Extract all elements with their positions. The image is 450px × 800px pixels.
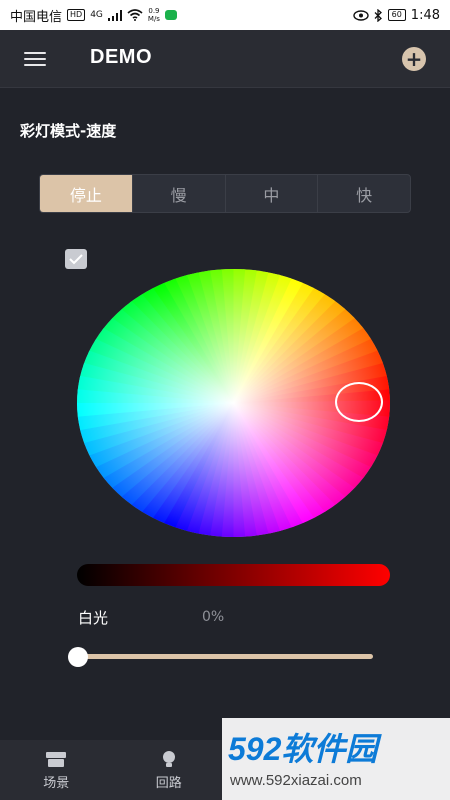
- status-bar: 中国电信 HD 4G 0.9 M/s 60 1:48: [0, 0, 450, 30]
- nav-label-scene: 场景: [43, 775, 70, 791]
- wifi-icon: [127, 9, 143, 21]
- battery-icon: 60: [387, 9, 406, 21]
- speed-option-fast[interactable]: 快: [318, 175, 410, 212]
- net-speed-unit: M/s: [147, 15, 160, 23]
- color-picker-handle[interactable]: [335, 382, 383, 422]
- check-icon: [69, 254, 83, 265]
- bulb-icon: [162, 750, 175, 767]
- nav-item-circuit[interactable]: 回路: [113, 740, 226, 800]
- app-notification-icon: [164, 10, 177, 20]
- watermark: 592软件园 www.592xiazai.com: [222, 718, 450, 800]
- nav-label-circuit: 回路: [155, 775, 182, 791]
- plus-icon: +: [405, 47, 423, 71]
- white-light-slider-thumb[interactable]: [68, 647, 88, 667]
- add-button[interactable]: +: [402, 47, 426, 71]
- white-light-label: 白光: [78, 609, 109, 627]
- watermark-logo: 592软件园: [228, 731, 378, 767]
- signal-icon: [107, 9, 122, 21]
- carrier-label: 中国电信: [10, 9, 63, 25]
- speed-option-stop[interactable]: 停止: [40, 175, 133, 212]
- watermark-url: www.592xiazai.com: [230, 772, 362, 789]
- white-light-slider-track[interactable]: [78, 654, 373, 659]
- brightness-slider[interactable]: [77, 564, 390, 586]
- app-header: DEMO: [0, 30, 450, 88]
- clock: 1:48: [410, 7, 440, 23]
- color-enable-checkbox[interactable]: [65, 249, 87, 269]
- eye-icon: [352, 9, 369, 21]
- bluetooth-icon: [374, 8, 382, 22]
- hamburger-icon[interactable]: [24, 52, 46, 66]
- page-title: DEMO: [90, 46, 152, 68]
- speed-option-medium[interactable]: 中: [226, 175, 319, 212]
- scene-icon: [46, 751, 67, 767]
- mode-label: 彩灯模式-速度: [20, 122, 117, 140]
- network-label: 4G: [90, 10, 103, 20]
- net-speed: 0.9 M/s: [148, 7, 160, 23]
- app-root: 中国电信 HD 4G 0.9 M/s 60 1:48 DEMO + 彩灯模式-速…: [0, 0, 450, 800]
- status-right: 60 1:48: [352, 7, 440, 23]
- white-light-value: 0%: [202, 609, 225, 625]
- speed-selector: 停止 慢 中 快: [39, 174, 411, 213]
- status-left: 中国电信 HD 4G 0.9 M/s: [10, 6, 177, 25]
- hd-badge: HD: [67, 9, 86, 21]
- speed-option-slow[interactable]: 慢: [133, 175, 226, 212]
- nav-item-scene[interactable]: 场景: [0, 740, 113, 800]
- net-speed-value: 0.9: [148, 7, 160, 15]
